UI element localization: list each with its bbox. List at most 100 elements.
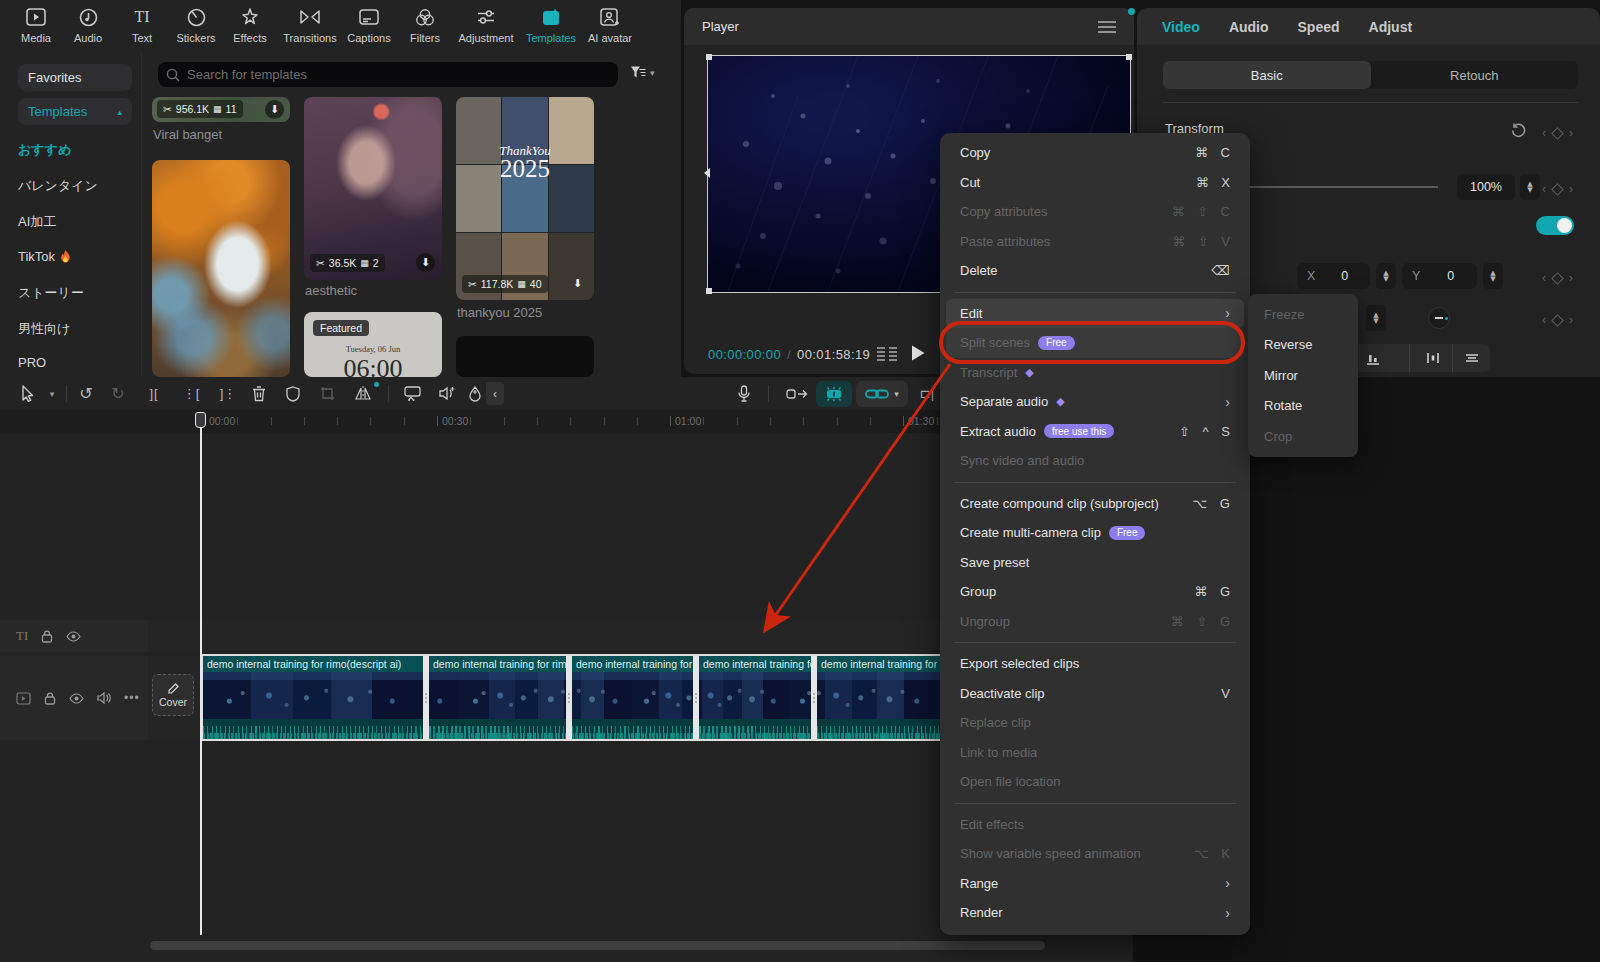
auto-split-button[interactable] <box>816 381 852 407</box>
sidebar-item-mens[interactable]: 男性向け <box>18 320 70 338</box>
sidebar-item-valentine[interactable]: バレンタイン <box>18 177 98 195</box>
play-icon[interactable] <box>910 344 926 362</box>
submenu-item-freeze[interactable]: Freeze <box>1248 299 1358 330</box>
cover-button[interactable]: Cover <box>152 674 194 716</box>
scale-stepper[interactable]: ▲▼ <box>1520 174 1540 200</box>
tab-text[interactable]: TI Text <box>116 6 168 46</box>
sidebar-item-ai-kakou[interactable]: AI加工 <box>18 213 56 231</box>
menu-item-open-file-location[interactable]: Open file location <box>946 767 1244 797</box>
menu-item-range[interactable]: Range› <box>946 869 1244 899</box>
speaker-icon[interactable] <box>97 692 111 704</box>
resize-handle-left[interactable] <box>704 168 710 178</box>
template-card-featured[interactable]: Featured Tuesday, 06 Jun 06:00 <box>304 312 442 377</box>
menu-item-copy[interactable]: Copy⌘ C <box>946 138 1244 168</box>
align-bottom-icon[interactable] <box>1366 351 1380 365</box>
template-card-aesthetic[interactable]: ✂36.5K ▦2 ⬇ <box>304 97 442 280</box>
menu-item-paste-attributes[interactable]: Paste attributes⌘ ⇧ V <box>946 227 1244 257</box>
timeline-clip[interactable]: demo internal training for rimo(descript… <box>699 656 811 739</box>
x-stepper[interactable]: ▲▼ <box>1376 263 1396 289</box>
template-card-thankyou[interactable]: ThankYou 2025 ✂117.8K ▦40 ⬇ <box>456 97 594 300</box>
submenu-item-rotate[interactable]: Rotate <box>1248 391 1358 422</box>
menu-item-show-variable-speed[interactable]: Show variable speed animation⌥ K <box>946 839 1244 869</box>
template-card-cat[interactable] <box>152 160 290 377</box>
keyframe-controls[interactable]: ‹› <box>1542 313 1573 327</box>
reset-icon[interactable] <box>1511 123 1526 138</box>
menu-item-copy-attributes[interactable]: Copy attributes⌘ ⇧ C <box>946 197 1244 227</box>
playhead[interactable] <box>200 412 202 935</box>
redo-icon[interactable]: ↻ <box>106 377 130 410</box>
align-lines-icon[interactable] <box>1465 351 1479 365</box>
template-card-viral-banget[interactable]: ✂956.1K ▦11 ⬇ <box>152 97 290 122</box>
rotation-dial[interactable] <box>1428 307 1450 329</box>
download-icon[interactable]: ⬇ <box>265 100 284 119</box>
filter-button[interactable]: ▾ <box>630 65 655 80</box>
tab-speed[interactable]: Speed <box>1298 19 1340 35</box>
tab-audio[interactable]: Audio <box>62 6 114 46</box>
menu-item-delete[interactable]: Delete⌫ <box>946 256 1244 286</box>
tab-ai-avatar[interactable]: AI avatar <box>583 6 637 46</box>
toggle-on[interactable] <box>1536 216 1574 235</box>
tab-stickers[interactable]: Stickers <box>170 6 222 46</box>
split-right-icon[interactable]: ]⋮ <box>215 377 241 410</box>
keyframe-controls[interactable]: ‹› <box>1542 126 1573 140</box>
scale-input[interactable]: 100% <box>1457 174 1515 200</box>
keyframe-controls[interactable]: ‹› <box>1542 271 1573 285</box>
resize-handle[interactable] <box>706 288 712 294</box>
sidebar-item-tiktok[interactable]: TikTok <box>18 249 71 264</box>
tab-filters[interactable]: Filters <box>399 6 451 46</box>
tab-effects[interactable]: Effects <box>224 6 276 46</box>
split-left-icon[interactable]: ⋮[ <box>178 377 204 410</box>
resize-handle[interactable] <box>706 54 712 60</box>
align-center-icon[interactable] <box>1426 351 1440 365</box>
clip-group[interactable]: demo internal training for rimo(descript… <box>201 654 961 741</box>
menu-item-edit-effects[interactable]: Edit effects <box>946 810 1244 840</box>
menu-item-create-multicamera-clip[interactable]: Create multi-camera clipFree <box>946 518 1244 548</box>
microphone-icon[interactable] <box>731 377 757 410</box>
tab-captions[interactable]: Captions <box>343 6 395 46</box>
playhead-head[interactable] <box>195 412 206 428</box>
tab-video[interactable]: Video <box>1162 19 1200 35</box>
y-input[interactable]: Y0 <box>1402 263 1477 289</box>
collapse-toolbar-button[interactable]: ‹ <box>486 382 504 405</box>
clip-tool-icon[interactable]: ⊏| <box>915 377 939 410</box>
hamburger-menu-icon[interactable] <box>1098 21 1116 33</box>
audio-add-icon[interactable] <box>432 377 460 410</box>
sidebar-item-templates[interactable]: Templates▴ <box>18 98 132 125</box>
download-icon[interactable]: ⬇ <box>568 274 587 293</box>
timeline-clip[interactable]: demo internal training for rimo(descript… <box>203 656 423 739</box>
x-input[interactable]: X0 <box>1297 263 1370 289</box>
y-stepper[interactable]: ▲▼ <box>1483 263 1503 289</box>
mask-icon[interactable] <box>280 377 306 410</box>
menu-item-group[interactable]: Group⌘ G <box>946 577 1244 607</box>
tab-media[interactable]: Media <box>10 6 62 46</box>
sidebar-item-story[interactable]: ストーリー <box>18 284 84 302</box>
timeline-clip[interactable]: demo internal training for rimo(descript… <box>572 656 693 739</box>
menu-item-extract-audio[interactable]: Extract audiofree use this⇧ ^ S <box>946 417 1244 447</box>
download-icon[interactable]: ⬇ <box>416 253 435 272</box>
menu-item-replace-clip[interactable]: Replace clip <box>946 708 1244 738</box>
menu-item-link-to-media[interactable]: Link to media <box>946 738 1244 768</box>
submenu-item-mirror[interactable]: Mirror <box>1248 360 1358 391</box>
tab-transitions[interactable]: Transitions <box>281 6 339 46</box>
color-drop-icon[interactable] <box>463 377 487 410</box>
delete-clip-icon[interactable] <box>246 377 272 410</box>
tab-adjustment[interactable]: Adjustment <box>456 6 516 46</box>
keyframe-controls[interactable]: ‹› <box>1542 182 1573 196</box>
menu-item-ungroup[interactable]: Ungroup⌘ ⇧ G <box>946 607 1244 637</box>
crop-icon[interactable] <box>314 377 340 410</box>
sidebar-item-favorites[interactable]: Favorites <box>18 64 132 91</box>
menu-item-save-preset[interactable]: Save preset <box>946 548 1244 578</box>
marker-icon[interactable] <box>782 377 812 410</box>
more-icon[interactable]: ••• <box>124 691 140 705</box>
resize-handle[interactable] <box>1126 54 1132 60</box>
smart-edit-icon[interactable] <box>398 377 426 410</box>
submenu-item-crop[interactable]: Crop <box>1248 421 1358 452</box>
cursor-tool-icon[interactable] <box>16 377 40 410</box>
menu-item-render[interactable]: Render› <box>946 898 1244 928</box>
flip-icon[interactable] <box>349 377 377 410</box>
tab-adjust[interactable]: Adjust <box>1369 19 1413 35</box>
link-button[interactable]: ▾ <box>856 381 908 407</box>
horizontal-scrollbar[interactable] <box>150 941 1045 950</box>
sidebar-item-osusume[interactable]: おすすめ <box>18 141 71 159</box>
timeline-clip[interactable]: demo internal training for rimo(descript… <box>429 656 566 739</box>
